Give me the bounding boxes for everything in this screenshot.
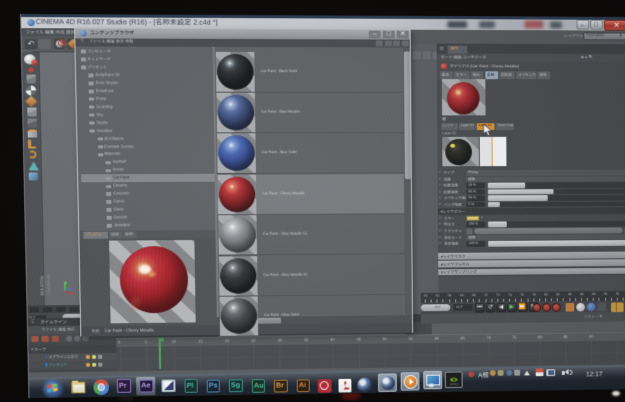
svg-text:nVIDIA: nVIDIA: [449, 382, 458, 386]
